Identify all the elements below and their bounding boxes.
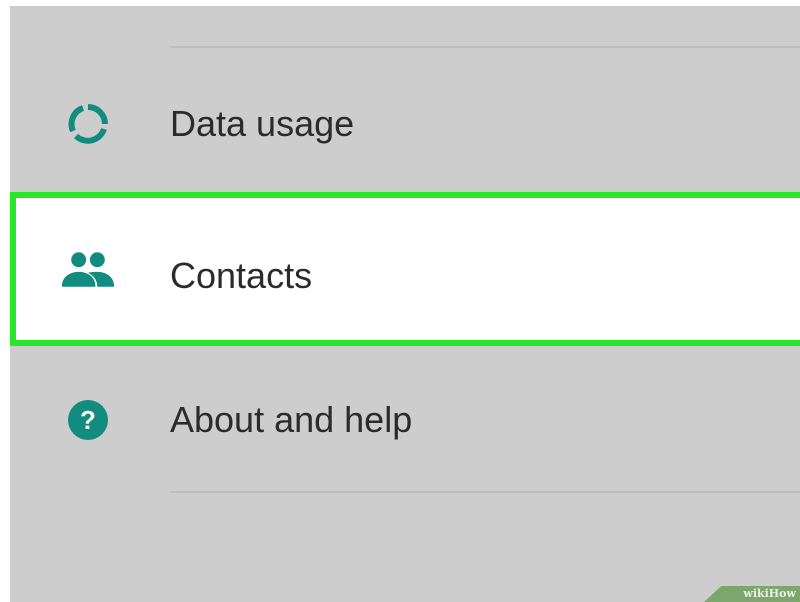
data-usage-icon [60,96,116,152]
settings-screen: Data usage Contacts ? About and help [10,6,800,602]
settings-item-about-help[interactable]: ? About and help [10,390,800,450]
settings-item-label: Contacts [170,255,313,296]
contacts-icon [60,242,116,298]
settings-item-label: About and help [170,399,413,440]
svg-text:?: ? [80,405,96,435]
settings-item-label: Data usage [170,103,355,144]
help-icon: ? [60,392,116,448]
divider [170,491,800,493]
settings-item-data-usage[interactable]: Data usage [10,94,800,154]
divider [170,46,800,48]
settings-item-contacts[interactable]: Contacts [10,192,800,346]
